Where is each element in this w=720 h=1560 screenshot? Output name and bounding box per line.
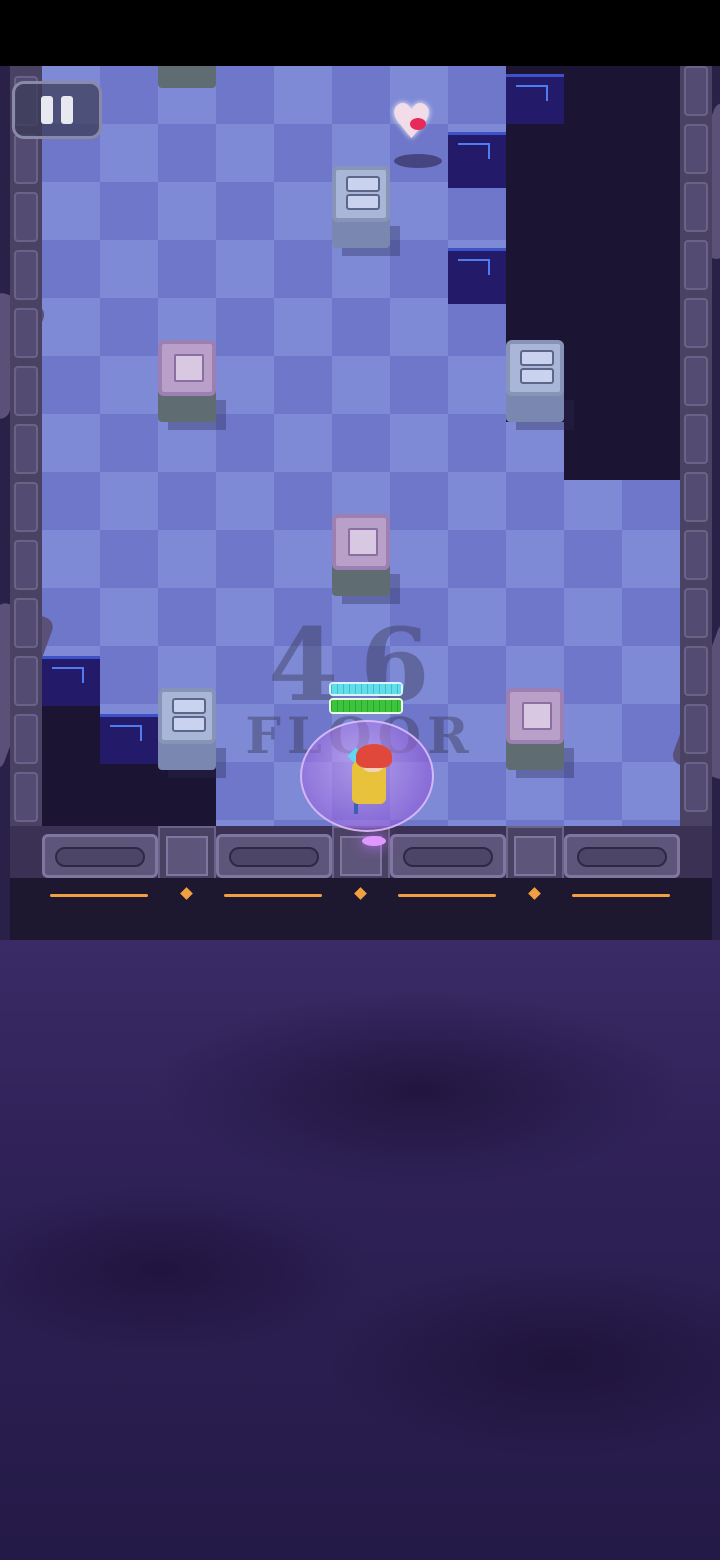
heart-pickup[interactable]: ♥	[388, 98, 448, 170]
heart-core	[410, 118, 426, 130]
pit-tile-rune-2	[448, 132, 506, 188]
status-bar	[0, 0, 720, 66]
purple-block	[158, 66, 216, 88]
cabinet-block	[332, 166, 400, 256]
pit-tile-rune-1	[506, 74, 564, 124]
pit-right-far	[622, 66, 680, 480]
heart-shadow	[394, 154, 442, 168]
cabinet-block	[158, 688, 226, 778]
cabinet-block	[506, 340, 574, 430]
purple-block	[158, 340, 226, 430]
purple-block	[332, 514, 400, 604]
player-character[interactable]	[300, 720, 434, 832]
shield-bar-fill	[331, 684, 401, 694]
entry-portal	[330, 826, 426, 866]
void-background	[0, 940, 720, 1560]
player-status-bars	[329, 682, 403, 716]
pit-tile-rune-3	[448, 248, 506, 304]
health-bar-fill	[331, 700, 401, 712]
bottom-ledge	[10, 878, 712, 940]
shield-bar	[329, 682, 403, 696]
pause-button[interactable]	[12, 81, 102, 139]
hero-hair	[356, 744, 392, 768]
health-bar	[329, 698, 403, 714]
pause-icon	[41, 96, 53, 124]
pause-icon-bar	[61, 96, 73, 124]
purple-block	[506, 688, 574, 778]
